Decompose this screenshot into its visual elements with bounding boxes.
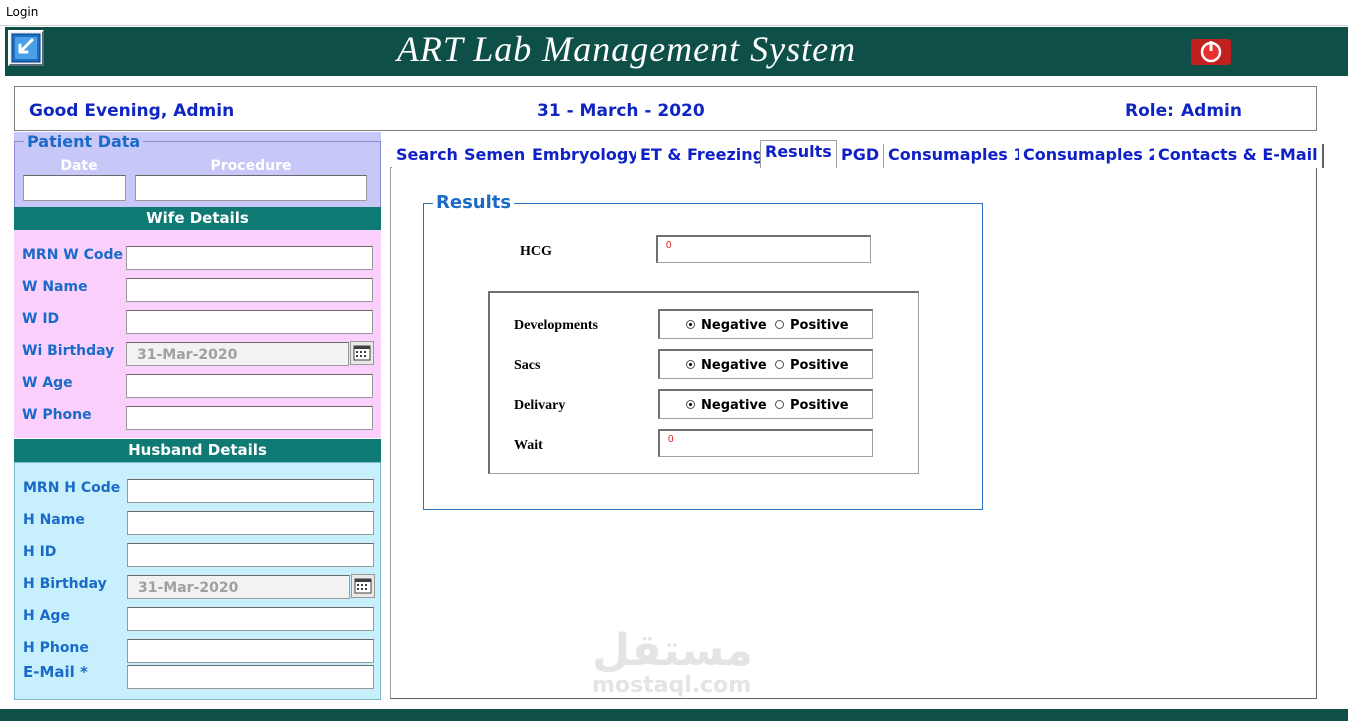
wife-name-label: W Name [22, 279, 88, 295]
wife-age-input[interactable] [126, 374, 373, 398]
wife-name-input[interactable] [126, 278, 373, 302]
app-footer [0, 709, 1348, 721]
wife-phone-label: W Phone [22, 407, 92, 423]
developments-negative-label: Negative [701, 318, 767, 333]
sacs-positive-radio[interactable]: Positive [775, 358, 849, 373]
radio-selected-icon [686, 320, 695, 329]
husband-mrn-label: MRN H Code [23, 480, 121, 496]
husband-birthday-label: H Birthday [23, 576, 107, 592]
results-legend: Results [433, 192, 515, 213]
husband-email-input[interactable] [127, 665, 374, 689]
patient-date-input[interactable] [23, 175, 126, 201]
tab-search[interactable]: Search [392, 144, 463, 168]
delivary-negative-radio[interactable]: Negative [686, 398, 767, 413]
calendar-icon [354, 578, 372, 594]
radio-empty-icon [775, 360, 784, 369]
wife-calendar-button[interactable] [350, 341, 374, 365]
wife-mrn-label: MRN W Code [22, 247, 124, 263]
wife-details-header: Wife Details [14, 207, 381, 230]
delivary-positive-label: Positive [790, 398, 849, 413]
husband-calendar-button[interactable] [351, 574, 375, 598]
date-column-label: Date [60, 158, 98, 174]
radio-selected-icon [686, 400, 695, 409]
wife-birthday-input[interactable]: 31-Mar-2020 [126, 342, 349, 366]
radio-empty-icon [775, 320, 784, 329]
husband-birthday-input[interactable]: 31-Mar-2020 [127, 575, 350, 599]
wait-label: Wait [514, 438, 543, 453]
husband-name-input[interactable] [127, 511, 374, 535]
sacs-label: Sacs [514, 358, 541, 373]
window-titlebar: Login [0, 0, 1348, 26]
delivary-positive-radio[interactable]: Positive [775, 398, 849, 413]
hcg-label: HCG [520, 244, 552, 259]
wife-id-input[interactable] [126, 310, 373, 334]
tab-semen[interactable]: Semen [460, 144, 531, 168]
sacs-negative-radio[interactable]: Negative [686, 358, 767, 373]
tab-results[interactable]: Results [760, 140, 837, 168]
wife-phone-input[interactable] [126, 406, 373, 430]
watermark: مستقل mostaql.com [592, 628, 753, 698]
sacs-radio-group: Negative Positive [658, 349, 873, 379]
husband-email-label: E-Mail * [23, 663, 88, 681]
greeting-text: Good Evening, Admin [29, 101, 235, 121]
role-value: Admin [1181, 101, 1242, 121]
husband-mrn-input[interactable] [127, 479, 374, 503]
power-button[interactable] [1189, 37, 1233, 67]
patient-procedure-input[interactable] [135, 175, 367, 201]
husband-details-panel: MRN H Code H Name H ID H Birthday 31-Mar… [14, 462, 381, 700]
wife-birthday-label: Wi Birthday [22, 343, 115, 359]
radio-empty-icon [775, 400, 784, 409]
husband-name-label: H Name [23, 512, 85, 528]
watermark-arabic: مستقل [592, 625, 753, 676]
info-bar: Good Evening, Admin 31 - March - 2020 Ro… [14, 86, 1317, 131]
husband-phone-input[interactable] [127, 639, 374, 663]
developments-radio-group: Negative Positive [658, 309, 873, 339]
delivary-negative-label: Negative [701, 398, 767, 413]
delivary-radio-group: Negative Positive [658, 389, 873, 419]
husband-age-input[interactable] [127, 607, 374, 631]
power-icon [1191, 39, 1231, 65]
hcg-input[interactable]: 0 [656, 235, 871, 263]
husband-details-header: Husband Details [14, 439, 381, 462]
app-header: ART Lab Management System [5, 27, 1348, 76]
wife-age-label: W Age [22, 375, 73, 391]
wife-details-panel: MRN W Code W Name W ID Wi Birthday 31-Ma… [14, 230, 381, 438]
patient-data-legend: Patient Data [24, 132, 144, 151]
tab-pgd[interactable]: PGD [837, 144, 885, 168]
wait-input[interactable]: 0 [658, 429, 873, 457]
procedure-column-label: Procedure [210, 158, 292, 174]
tab-contacts-email[interactable]: Contacts & E-Mail [1154, 144, 1324, 168]
calendar-icon [353, 345, 371, 361]
sacs-positive-label: Positive [790, 358, 849, 373]
role-label: Role: [1125, 101, 1174, 121]
sacs-negative-label: Negative [701, 358, 767, 373]
radio-selected-icon [686, 360, 695, 369]
tab-consumaples-1[interactable]: Consumaples 1 [884, 144, 1030, 168]
wife-mrn-input[interactable] [126, 246, 373, 270]
tab-embryology[interactable]: Embryology [528, 144, 644, 168]
husband-id-label: H ID [23, 544, 57, 560]
app-title: ART Lab Management System [396, 29, 857, 69]
window-title: Login [6, 5, 39, 19]
developments-positive-label: Positive [790, 318, 849, 333]
tab-et-freezing[interactable]: ET & Freezing [636, 144, 770, 168]
delivary-label: Delivary [514, 398, 566, 413]
developments-positive-radio[interactable]: Positive [775, 318, 849, 333]
wife-id-label: W ID [22, 311, 60, 327]
tab-consumaples-2[interactable]: Consumaples 2 [1019, 144, 1165, 168]
developments-negative-radio[interactable]: Negative [686, 318, 767, 333]
husband-phone-label: H Phone [23, 640, 89, 656]
husband-age-label: H Age [23, 608, 70, 624]
watermark-latin: mostaql.com [592, 673, 752, 698]
date-text: 31 - March - 2020 [537, 101, 705, 121]
developments-label: Developments [514, 318, 598, 333]
patient-data-panel: Patient Data Date Procedure [14, 132, 381, 208]
husband-id-input[interactable] [127, 543, 374, 567]
